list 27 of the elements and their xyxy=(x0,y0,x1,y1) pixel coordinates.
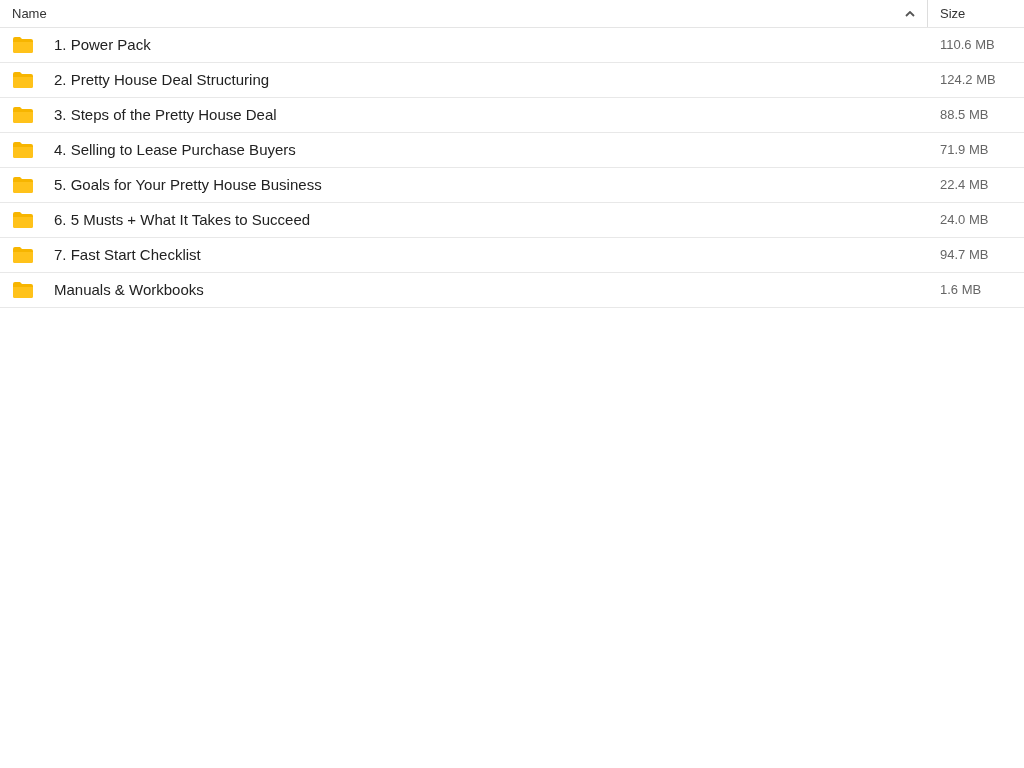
file-name[interactable]: Manuals & Workbooks xyxy=(54,278,927,302)
folder-icon xyxy=(13,282,33,298)
folder-icon xyxy=(13,107,33,123)
sort-caret-icon[interactable] xyxy=(905,10,915,17)
file-name[interactable]: 7. Fast Start Checklist xyxy=(54,243,927,267)
file-size: 110.6 MB xyxy=(939,36,995,55)
folder-icon xyxy=(13,247,33,263)
file-name[interactable]: 1. Power Pack xyxy=(54,33,927,57)
file-name[interactable]: 2. Pretty House Deal Structuring xyxy=(54,68,927,92)
file-name[interactable]: 5. Goals for Your Pretty House Business xyxy=(54,173,927,197)
file-size: 88.5 MB xyxy=(939,106,989,125)
file-name[interactable]: 3. Steps of the Pretty House Deal xyxy=(54,103,927,127)
column-header[interactable]: Size xyxy=(940,3,966,24)
file-name[interactable]: 6. 5 Musts + What It Takes to Succeed xyxy=(54,208,927,232)
file-size: 22.4 MB xyxy=(939,176,989,195)
folder-icon xyxy=(13,72,33,88)
folder-icon xyxy=(13,37,33,53)
file-size: 24.0 MB xyxy=(939,211,989,230)
folder-icon xyxy=(13,142,33,158)
file-size: 71.9 MB xyxy=(939,141,989,160)
file-size: 124.2 MB xyxy=(939,71,996,90)
column-header[interactable]: Name xyxy=(12,3,47,24)
file-size: 1.6 MB xyxy=(939,281,982,300)
file-size: 94.7 MB xyxy=(939,246,989,265)
folder-icon xyxy=(13,177,33,193)
file-name[interactable]: 4. Selling to Lease Purchase Buyers xyxy=(54,138,927,162)
folder-icon xyxy=(13,212,33,228)
